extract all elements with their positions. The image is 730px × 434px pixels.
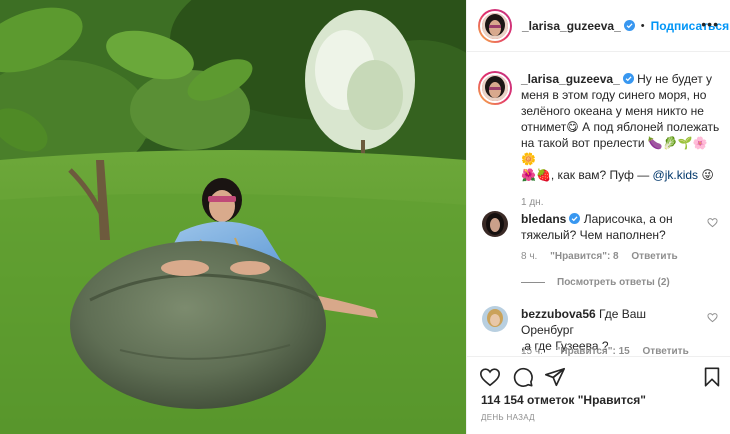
caption-avatar-image: [480, 73, 510, 103]
caption-line-6: 🌺🍓, как вам? Пуф —: [521, 168, 653, 182]
header-separator: •: [640, 19, 645, 32]
post-date[interactable]: ДЕНЬ НАЗАД: [481, 413, 535, 422]
comment-time[interactable]: 8 ч.: [521, 251, 537, 262]
comment-meta: 8 ч. "Нравится": 8 Ответить: [521, 251, 688, 262]
post-header: _larisa_guzeeva_ • Подписаться •••: [467, 0, 730, 52]
commenter-username[interactable]: bezzubova56: [521, 307, 596, 321]
comment-like-icon[interactable]: [707, 312, 718, 323]
garden-photo: [0, 0, 466, 434]
view-replies-label: Посмотреть ответы (2): [557, 277, 670, 288]
likes-count[interactable]: 114 154 отметок "Нравится": [481, 393, 646, 407]
commenter-avatar[interactable]: [482, 306, 508, 332]
caption-username[interactable]: _larisa_guzeeva_: [521, 72, 620, 86]
author-username[interactable]: _larisa_guzeeva_: [522, 19, 621, 33]
replies-divider: [521, 282, 545, 283]
caption-line-1: Ну не будет у: [637, 72, 713, 86]
caption-avatar[interactable]: [478, 71, 512, 105]
comment-text-line-1: Ларисочка, а он: [580, 212, 673, 226]
caption-time[interactable]: 1 дн.: [521, 197, 543, 208]
comment-icon[interactable]: [512, 366, 534, 388]
view-replies-button[interactable]: Посмотреть ответы (2): [521, 277, 670, 288]
reply-button[interactable]: Ответить: [631, 251, 677, 262]
caption-text: _larisa_guzeeva_ Ну не будет у меня в эт…: [521, 71, 721, 183]
caption-line-6-end: 😜: [698, 168, 714, 182]
paper-plane-icon[interactable]: [544, 366, 566, 388]
caption-line-3: зелёного океана у меня никто не: [521, 104, 704, 118]
comment-meta: 15 ч. "Нравится": 15 Ответить: [521, 346, 699, 356]
verified-badge-icon: [623, 20, 635, 31]
comment-like-icon[interactable]: [707, 217, 718, 228]
commenter-username[interactable]: bledans: [521, 212, 566, 226]
instagram-post: _larisa_guzeeva_ • Подписаться ••• _lari…: [0, 0, 730, 434]
comment-time[interactable]: 15 ч.: [521, 346, 543, 356]
bookmark-icon[interactable]: [701, 366, 723, 388]
post-photo[interactable]: [0, 0, 466, 434]
author-avatar[interactable]: [478, 8, 512, 43]
verified-badge-icon: [569, 213, 581, 224]
verified-badge-icon: [622, 73, 634, 84]
commenter-avatar[interactable]: [482, 211, 508, 237]
comment-text: bledans Ларисочка, а он тяжелый? Чем нап…: [521, 211, 699, 243]
caption-line-5: на такой вот прелести 🍆🥬🌱🌸🌼: [521, 136, 708, 166]
comment-likes[interactable]: "Нравится": 15: [556, 346, 630, 356]
heart-icon[interactable]: [479, 366, 501, 388]
author-avatar-image: [480, 10, 510, 41]
comment-text-line-2: тяжелый? Чем наполнен?: [521, 228, 666, 242]
mention-link[interactable]: @jk.kids: [653, 168, 699, 182]
caption-line-4: отнимет😋 А под яблоней полежать: [521, 120, 720, 134]
post-sidebar: _larisa_guzeeva_ • Подписаться ••• _lari…: [466, 0, 730, 434]
comment-likes[interactable]: "Нравится": 8: [550, 251, 619, 262]
reply-button[interactable]: Ответить: [643, 346, 689, 356]
caption-line-2: меня в этом году синего моря, но: [521, 88, 707, 102]
more-options-icon[interactable]: •••: [701, 17, 719, 31]
action-bar: 114 154 отметок "Нравится" ДЕНЬ НАЗАД: [467, 356, 730, 434]
comments-area[interactable]: _larisa_guzeeva_ Ну не будет у меня в эт…: [467, 53, 730, 356]
